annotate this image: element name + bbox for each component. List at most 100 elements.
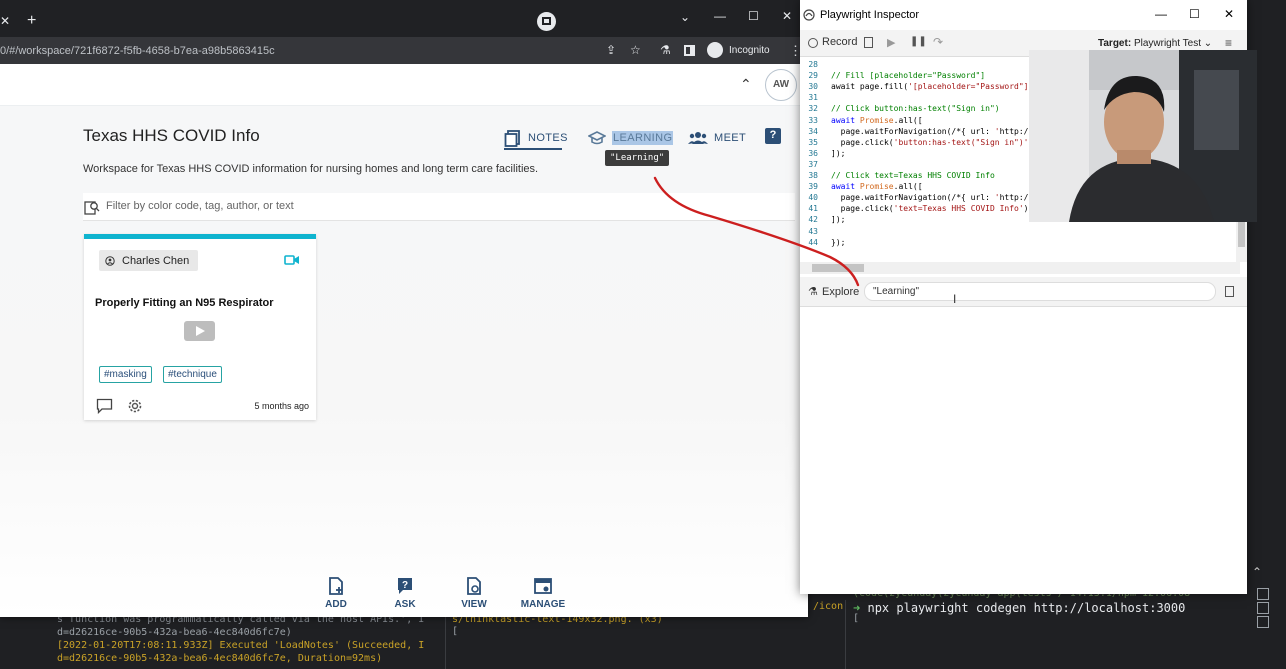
terminal-pane-divider — [845, 600, 846, 669]
incognito-label[interactable]: Incognito — [729, 45, 770, 56]
maximize-icon[interactable]: ☐ — [748, 9, 759, 23]
chevron-down-icon: ⌄ — [1203, 38, 1213, 49]
notes-icon — [504, 130, 520, 147]
line-number: 42 — [808, 215, 818, 225]
tab-search-icon[interactable] — [537, 12, 556, 31]
line-number: 32 — [808, 104, 818, 114]
add-button[interactable]: ADD — [306, 577, 366, 610]
side-panel-icon[interactable] — [684, 45, 695, 56]
tab-strip: ✕ + ⌄ — ☐ ✕ — [0, 0, 808, 37]
tab-learning-label: LEARNING — [612, 131, 674, 145]
manage-label: MANAGE — [520, 599, 566, 610]
code-line: }); — [831, 237, 846, 247]
presenter-video-image — [1029, 50, 1257, 222]
ask-button[interactable]: ? ASK — [375, 577, 435, 610]
terminal-icon[interactable] — [1257, 616, 1269, 628]
terminal-side-buttons — [1257, 586, 1277, 632]
people-group-icon — [688, 132, 708, 144]
pause-icon[interactable]: ❚❚ — [910, 36, 927, 47]
manage-button[interactable]: MANAGE — [513, 577, 573, 610]
tab-close-icon[interactable]: ✕ — [0, 14, 10, 28]
ask-label: ASK — [394, 599, 416, 610]
note-card[interactable]: Charles Chen Properly Fitting an N95 Res… — [84, 234, 316, 420]
code-line: page.click('text=Texas HHS COVID Info') — [831, 204, 1029, 214]
filter-input[interactable]: Filter by color code, tag, author, or te… — [106, 200, 294, 212]
share-icon[interactable]: ⇪ — [606, 43, 616, 57]
manage-window-icon — [534, 578, 552, 594]
terminal-log-line: [2022-01-20T17:08:11.933Z] Executed 'Loa… — [57, 640, 425, 651]
line-number: 44 — [808, 237, 818, 247]
comment-icon[interactable] — [96, 398, 113, 414]
gear-icon[interactable] — [127, 398, 143, 414]
code-line: page.click('button:has-text("Sign in")') — [831, 137, 1034, 147]
terminal-cursor: [ — [853, 613, 860, 624]
code-line: await page.fill('[placeholder="Password"… — [831, 82, 1038, 92]
tab-meet-label: MEET — [714, 132, 747, 144]
code-line: ]); — [831, 215, 846, 225]
code-line: await Promise.all([ — [831, 182, 923, 192]
maximize-icon[interactable]: ☐ — [1189, 7, 1200, 21]
tag-chip[interactable]: #technique — [163, 366, 222, 383]
url-text[interactable]: 0/#/workspace/721f6872-f5fb-4658-b7ea-a9… — [0, 45, 275, 57]
chevron-up-icon[interactable]: ⌃ — [740, 76, 752, 93]
workspace-description: Workspace for Texas HHS COVID informatio… — [83, 163, 539, 175]
avatar[interactable]: AW — [765, 69, 797, 101]
copy-selector-icon[interactable] — [1225, 286, 1234, 297]
minimize-window-icon[interactable]: ⌄ — [680, 10, 690, 24]
target-selector[interactable]: Target: Playwright Test ⌄ — [1098, 38, 1212, 49]
bookmark-star-icon[interactable]: ☆ — [630, 43, 641, 57]
inspector-title-bar: Playwright Inspector — ☐ ✕ — [800, 0, 1247, 30]
play-video-icon[interactable] — [184, 321, 215, 341]
close-window-icon[interactable]: ✕ — [1224, 7, 1234, 21]
code-line: // Fill [placeholder="Password"] — [831, 71, 986, 81]
clear-lines-icon[interactable]: ≡ — [1225, 36, 1232, 50]
question-bubble-icon: ? — [398, 578, 412, 594]
code-line: // Click text=Texas HHS COVID Info — [831, 171, 995, 180]
tab-learning[interactable]: LEARNING — [588, 127, 674, 149]
graduation-cap-icon — [588, 131, 606, 145]
view-button[interactable]: VIEW — [444, 577, 504, 610]
author-name: Charles Chen — [122, 254, 190, 267]
line-number: 39 — [808, 182, 818, 192]
step-over-icon[interactable]: ↷ — [933, 35, 943, 49]
video-camera-icon — [284, 255, 299, 265]
resume-icon[interactable]: ▶ — [887, 36, 895, 49]
tab-meet[interactable]: MEET — [688, 127, 746, 149]
minimize-icon[interactable]: — — [1155, 7, 1167, 21]
selector-input-value: "Learning" — [873, 286, 920, 297]
new-tab-icon[interactable]: + — [27, 12, 36, 30]
chrome-browser-window: ✕ + ⌄ — ☐ ✕ 0/#/workspace/721f6872-f5fb-… — [0, 0, 808, 617]
labs-flask-icon[interactable]: ⚗ — [660, 43, 671, 57]
address-bar-row: 0/#/workspace/721f6872-f5fb-4658-b7ea-a9… — [0, 37, 808, 64]
author-chip[interactable]: Charles Chen — [99, 250, 198, 271]
view-document-icon — [467, 577, 481, 595]
chevron-up-icon[interactable]: ⌃ — [1252, 565, 1262, 579]
explore-bar: ⚗ Explore "Learning" — [800, 277, 1247, 307]
filter-bar[interactable]: Filter by color code, tag, author, or te… — [83, 193, 795, 221]
help-icon[interactable]: ? — [765, 128, 781, 144]
inspector-title: Playwright Inspector — [820, 9, 920, 21]
selector-input[interactable]: "Learning" — [864, 282, 1216, 301]
terminal-log-line: d=d26216ce-90b5-432a-bea6-4ec840d6fc7e, … — [57, 653, 383, 664]
selector-tooltip: "Learning" — [605, 150, 670, 166]
terminal-icon[interactable] — [1257, 602, 1269, 614]
terminal-log-line: /icon — [813, 601, 844, 612]
close-window-icon[interactable]: ✕ — [782, 9, 792, 23]
horizontal-scrollbar[interactable] — [800, 262, 1240, 274]
line-number: 40 — [808, 193, 818, 203]
record-button[interactable]: Record — [822, 36, 857, 48]
tab-notes[interactable]: NOTES — [504, 127, 568, 149]
card-title[interactable]: Properly Fitting an N95 Respirator — [95, 297, 273, 309]
minimize-icon[interactable]: — — [714, 9, 726, 23]
active-tab-indicator — [504, 148, 562, 150]
copy-icon[interactable] — [864, 37, 873, 48]
scrollbar-thumb[interactable] — [812, 264, 864, 272]
line-number: 37 — [808, 159, 818, 169]
tag-chip[interactable]: #masking — [99, 366, 152, 383]
line-number: 29 — [808, 71, 818, 81]
split-terminal-icon[interactable] — [1257, 588, 1269, 600]
text-cursor-icon: I — [953, 292, 957, 306]
line-number: 34 — [808, 126, 818, 136]
tab-notes-label: NOTES — [528, 132, 568, 144]
line-number: 35 — [808, 137, 818, 147]
